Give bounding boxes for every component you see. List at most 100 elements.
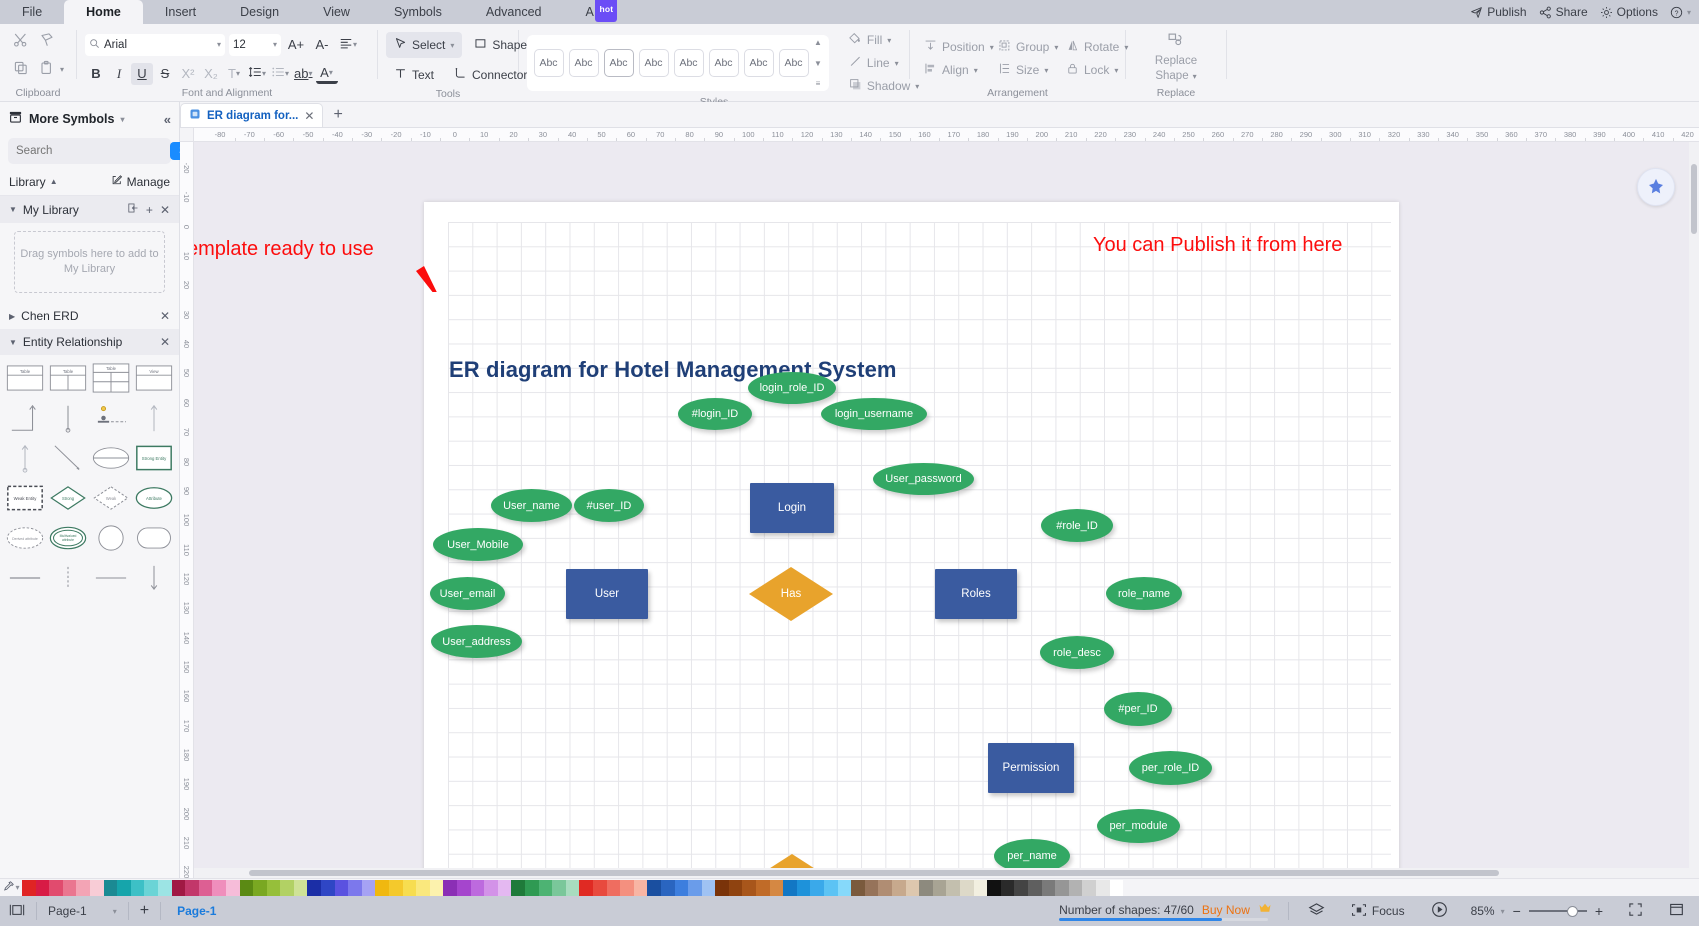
plus-icon[interactable]: +	[146, 203, 153, 217]
attribute-login-id[interactable]: #login_ID	[678, 398, 752, 430]
horizontal-scrollbar[interactable]	[194, 868, 1699, 878]
color-swatch[interactable]	[742, 879, 757, 896]
entity-user[interactable]: User	[566, 569, 648, 619]
font-family-input[interactable]: Arial ▾	[85, 33, 225, 56]
close-icon[interactable]: ✕	[304, 109, 314, 123]
color-swatch[interactable]	[851, 879, 865, 896]
symbol-line-connector[interactable]	[48, 401, 88, 435]
zoom-out-button[interactable]: −	[1511, 903, 1523, 919]
sidebar-section-my-library[interactable]: ▼ My Library + ✕	[0, 196, 179, 223]
help-button[interactable]: ? ▾	[1670, 6, 1691, 19]
bold-button[interactable]: B	[85, 63, 107, 85]
color-swatch[interactable]	[171, 879, 186, 896]
symbol-ellipse-split[interactable]	[91, 441, 131, 475]
scroll-thumb[interactable]	[249, 870, 1499, 876]
color-swatch[interactable]	[824, 879, 838, 896]
zoom-level[interactable]: 85%	[1471, 904, 1495, 918]
focus-button[interactable]: Focus	[1342, 896, 1414, 926]
rotate-button[interactable]: Rotate ▾	[1060, 37, 1128, 57]
strikethrough-button[interactable]: S	[154, 63, 176, 85]
style-preview-6[interactable]: Abc	[708, 49, 739, 77]
close-icon[interactable]: ✕	[160, 203, 170, 217]
color-swatch[interactable]	[497, 879, 512, 896]
color-swatch[interactable]	[1055, 879, 1069, 896]
select-tool-button[interactable]: Select ▾	[386, 32, 463, 58]
attribute-per-module[interactable]: per_module	[1097, 809, 1180, 843]
color-swatch[interactable]	[212, 879, 226, 896]
symbol-table-1[interactable]: Table	[5, 361, 45, 395]
symbol-view[interactable]: View	[134, 361, 174, 395]
menu-tab-file[interactable]: File	[0, 0, 64, 24]
symbol-weak-entity[interactable]: Weak Entity	[5, 481, 45, 515]
color-swatch[interactable]	[688, 879, 702, 896]
menu-tab-design[interactable]: Design	[218, 0, 301, 24]
color-swatch[interactable]	[946, 879, 960, 896]
page-view-button[interactable]	[0, 896, 34, 926]
color-swatch[interactable]	[592, 879, 607, 896]
share-button[interactable]: Share	[1539, 5, 1588, 19]
italic-button[interactable]: I	[108, 63, 130, 85]
import-icon[interactable]	[127, 202, 139, 217]
color-swatch[interactable]	[579, 879, 593, 896]
diagram-canvas[interactable]: ER diagram for Hotel Management System L…	[194, 142, 1699, 878]
color-swatch[interactable]	[1014, 879, 1028, 896]
color-swatch[interactable]	[253, 879, 267, 896]
color-swatch[interactable]	[660, 879, 675, 896]
attribute-login-role-id[interactable]: login_role_ID	[748, 372, 836, 404]
color-swatch[interactable]	[35, 879, 50, 896]
color-swatch[interactable]	[796, 879, 811, 896]
color-swatch[interactable]	[117, 879, 131, 896]
color-swatch[interactable]	[715, 879, 729, 896]
entity-roles[interactable]: Roles	[935, 569, 1017, 619]
menu-tab-insert[interactable]: Insert	[143, 0, 218, 24]
menu-tab-home[interactable]: Home	[64, 0, 143, 24]
color-swatch[interactable]	[973, 879, 988, 896]
symbol-diagonal-arrow[interactable]	[48, 441, 88, 475]
manage-button[interactable]: Manage	[111, 174, 170, 189]
color-swatch[interactable]	[878, 879, 892, 896]
text-tool-button[interactable]: Text	[386, 62, 442, 88]
close-icon[interactable]: ✕	[160, 335, 170, 349]
color-swatch[interactable]	[361, 879, 376, 896]
color-swatch[interactable]	[103, 879, 118, 896]
style-preview-3[interactable]: Abc	[603, 49, 634, 77]
color-swatch[interactable]	[185, 879, 199, 896]
position-button[interactable]: Position ▾	[918, 37, 994, 57]
color-swatch[interactable]	[565, 879, 580, 896]
color-swatch[interactable]	[728, 879, 743, 896]
style-preview-1[interactable]: Abc	[533, 49, 564, 77]
font-size-input[interactable]: 12 ▾	[229, 33, 281, 56]
attribute-role-id[interactable]: #role_ID	[1041, 509, 1113, 542]
subscript-button[interactable]: X₂	[200, 63, 222, 85]
menu-tab-ai[interactable]: AI hot	[564, 0, 620, 24]
color-swatch[interactable]	[22, 879, 36, 896]
scroll-thumb[interactable]	[1691, 164, 1697, 234]
color-swatch[interactable]	[837, 879, 852, 896]
color-swatch[interactable]	[674, 879, 689, 896]
color-swatch[interactable]	[321, 879, 335, 896]
sidebar-section-chen-erd[interactable]: ▶ Chen ERD ✕	[0, 303, 179, 329]
menu-tab-view[interactable]: View	[301, 0, 372, 24]
color-swatch[interactable]	[144, 879, 158, 896]
menu-tab-symbols[interactable]: Symbols	[372, 0, 464, 24]
attribute-login-username[interactable]: login_username	[821, 398, 927, 430]
superscript-button[interactable]: X²	[177, 63, 199, 85]
ruler-corner[interactable]	[180, 128, 194, 142]
ai-assistant-button[interactable]	[1637, 168, 1675, 206]
attribute-user-id[interactable]: #user_ID	[574, 489, 644, 522]
chevron-down-icon[interactable]: ▾	[273, 40, 277, 49]
color-swatch[interactable]	[701, 879, 716, 896]
color-swatch[interactable]	[470, 879, 485, 896]
style-gallery[interactable]: Abc Abc Abc Abc Abc Abc Abc Abc ▲ ▼ ≡	[527, 35, 829, 91]
style-preview-5[interactable]: Abc	[673, 49, 704, 77]
style-scroll-down-icon[interactable]: ▼	[814, 59, 822, 68]
color-swatch[interactable]	[198, 879, 213, 896]
highlight-button[interactable]: ab ▾	[292, 63, 314, 85]
zoom-slider[interactable]	[1528, 904, 1587, 918]
color-swatch[interactable]	[457, 879, 471, 896]
color-swatch[interactable]	[157, 879, 172, 896]
symbol-weak-link[interactable]	[91, 401, 131, 435]
color-swatch[interactable]	[1000, 879, 1015, 896]
zoom-slider-knob[interactable]	[1566, 905, 1578, 917]
search-input[interactable]	[10, 145, 170, 157]
